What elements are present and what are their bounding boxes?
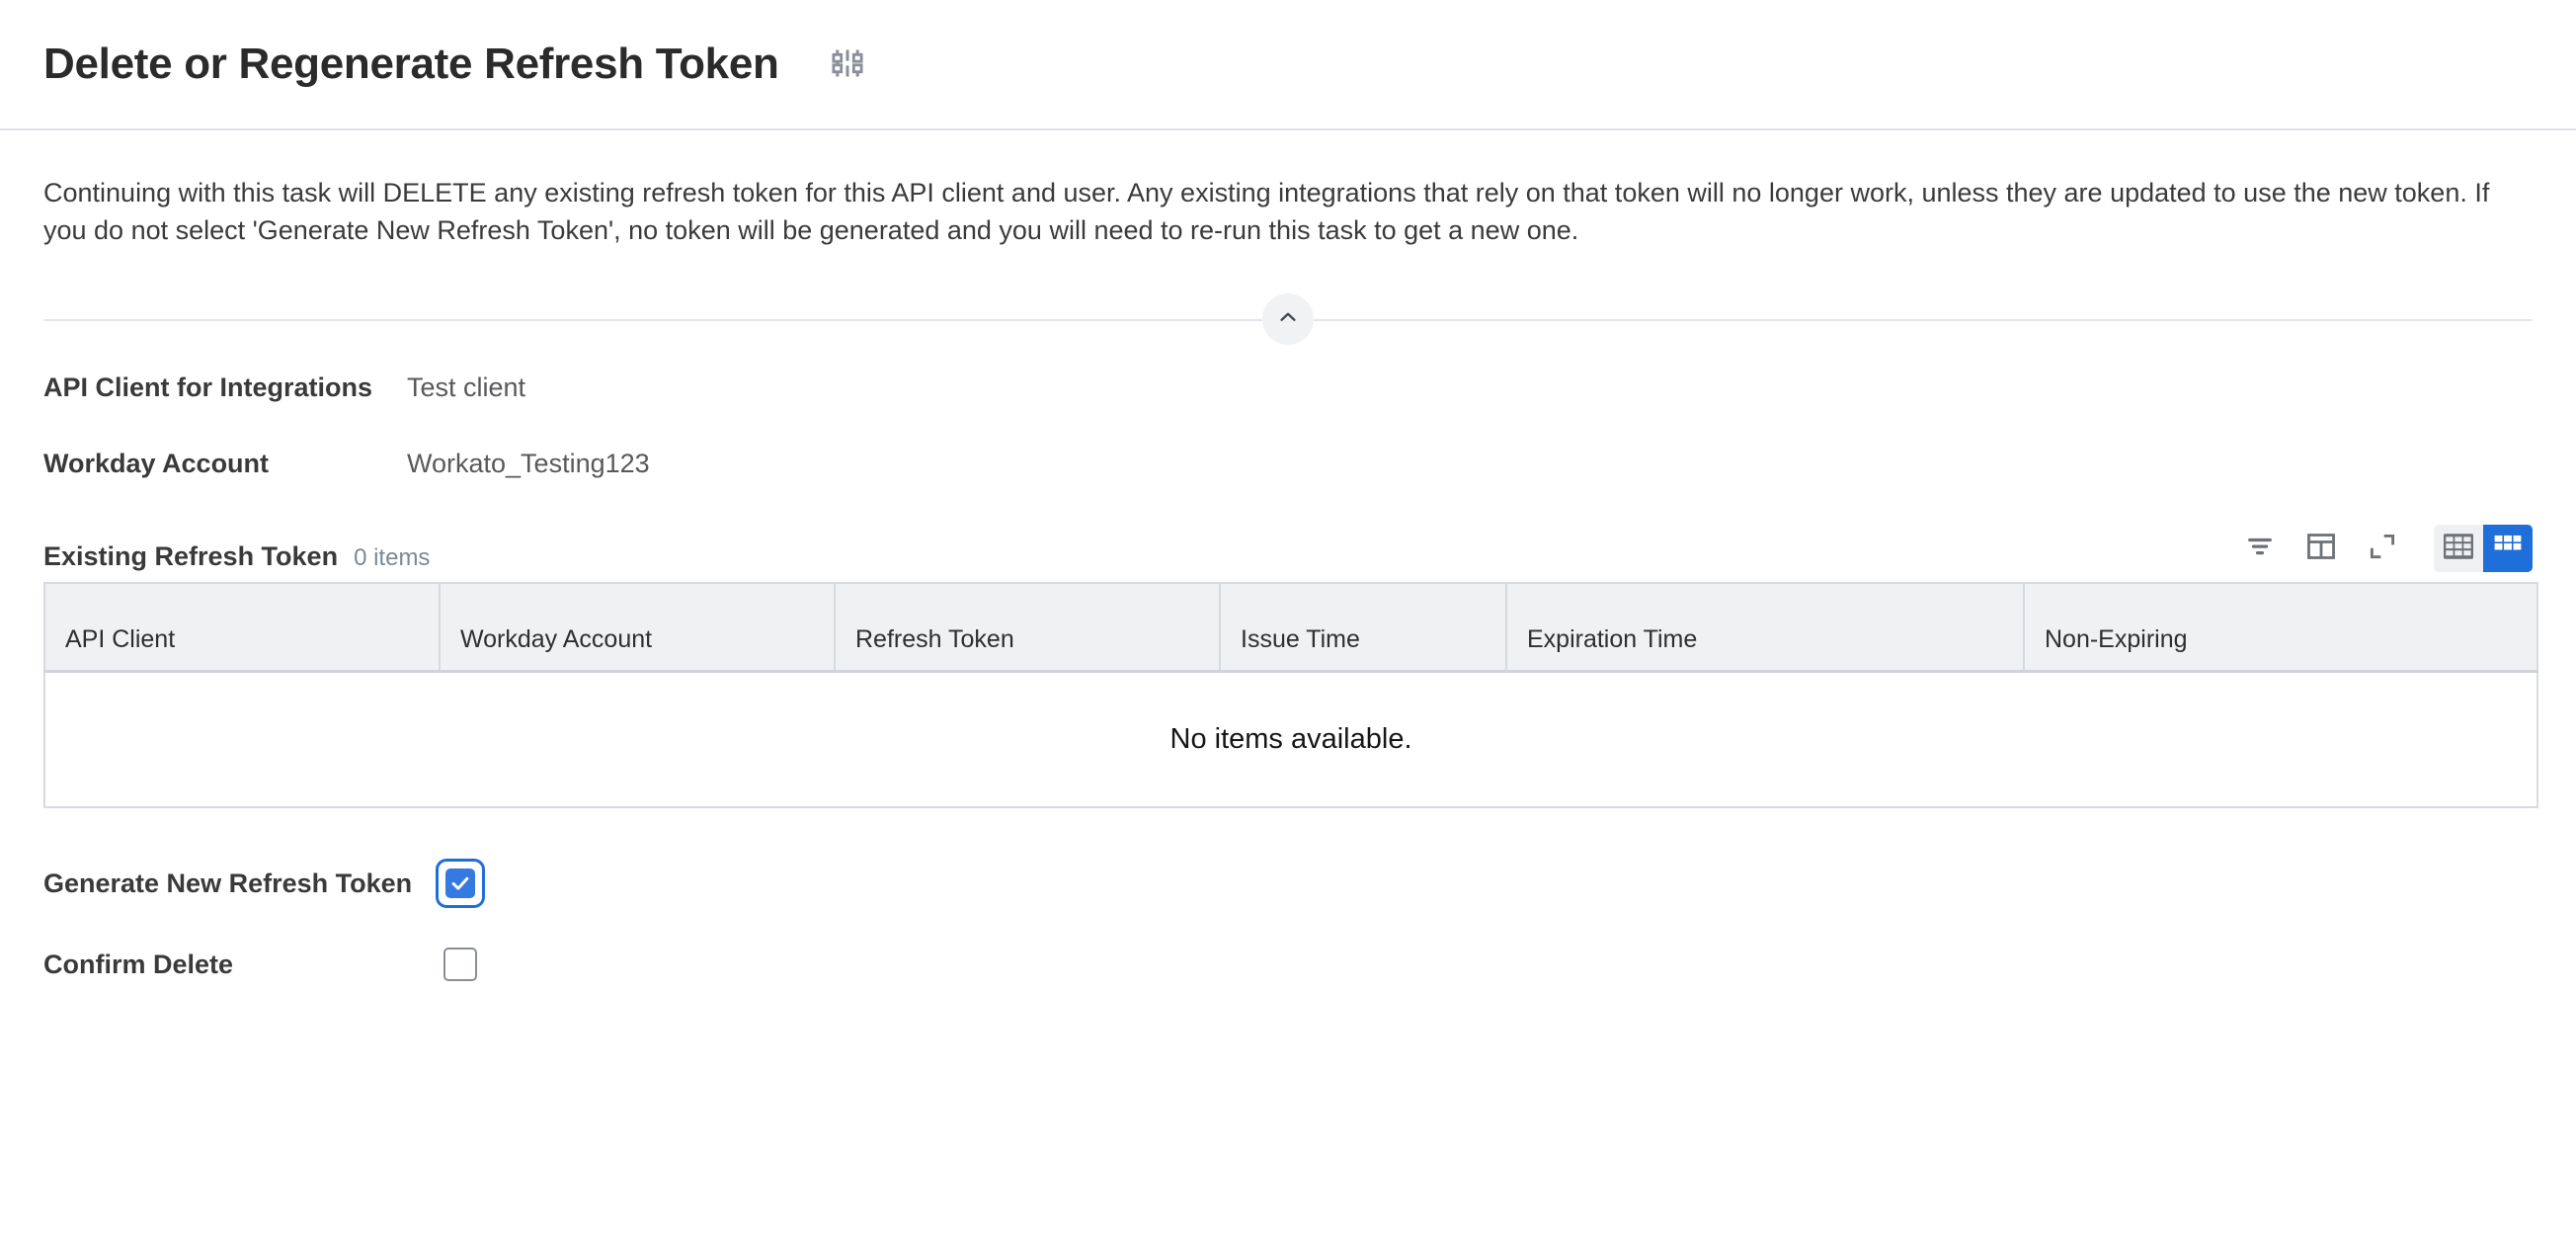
column-header-api-client[interactable]: API Client [44, 582, 441, 673]
filter-button[interactable] [2242, 531, 2278, 566]
empty-message: No items available. [44, 671, 2537, 808]
grid-toolbar [2242, 524, 2533, 572]
checkbox-checked-icon [445, 869, 475, 899]
grid-title: Existing Refresh Token [43, 540, 339, 571]
table-empty-row: No items available. [44, 671, 2537, 808]
table-header-row: API Client Workday Account Refresh Token… [44, 582, 2537, 673]
view-toggle-group [2434, 524, 2533, 572]
table-head: API Client Workday Account Refresh Token… [44, 582, 2537, 673]
page-title: Delete or Regenerate Refresh Token [43, 40, 779, 88]
checkbox-label: Confirm Delete [43, 949, 234, 979]
field-list: API Client for Integrations Test client … [0, 345, 2576, 479]
chevron-up-icon [1277, 306, 1299, 331]
intro-text: Continuing with this task will DELETE an… [43, 178, 2490, 246]
collapse-divider [43, 292, 2533, 345]
generate-new-refresh-token-checkbox[interactable] [439, 862, 482, 906]
page-header: Delete or Regenerate Refresh Token [0, 0, 2576, 130]
intro-section: Continuing with this task will DELETE an… [0, 130, 2576, 250]
grid-icon [2444, 534, 2473, 562]
field-row-workday-account: Workday Account Workato_Testing123 [43, 449, 2533, 479]
grid-header-left: Existing Refresh Token 0 items [43, 541, 430, 572]
split-panel-button[interactable] [2303, 531, 2339, 566]
field-label: Workday Account [43, 448, 270, 478]
sliders-settings-icon [830, 45, 865, 84]
split-panel-icon [2305, 531, 2337, 565]
grid-view-compact-button[interactable] [2483, 524, 2533, 572]
checkbox-label: Generate New Refresh Token [43, 868, 413, 898]
checkbox-unchecked-icon [443, 948, 477, 982]
column-header-non-expiring[interactable]: Non-Expiring [2024, 582, 2537, 673]
field-value: Test client [407, 372, 526, 402]
expand-icon [2368, 532, 2397, 564]
checkbox-section: Generate New Refresh Token Confirm Delet… [0, 808, 2576, 986]
column-header-issue-time[interactable]: Issue Time [1220, 582, 1507, 673]
column-header-expiration-time[interactable]: Expiration Time [1506, 582, 2025, 673]
field-value: Workato_Testing123 [407, 448, 650, 478]
column-header-refresh-token[interactable]: Refresh Token [835, 582, 1221, 673]
grid-item-count: 0 items [354, 543, 431, 571]
field-row-api-client: API Client for Integrations Test client [43, 372, 2533, 403]
filter-icon [2245, 532, 2275, 564]
expand-button[interactable] [2365, 531, 2400, 566]
grid-icon-active [2493, 534, 2523, 562]
grid-header: Existing Refresh Token 0 items [43, 524, 2533, 582]
existing-refresh-token-table: API Client Workday Account Refresh Token… [43, 581, 2538, 809]
existing-refresh-token-section: Existing Refresh Token 0 items API Clien… [0, 524, 2576, 809]
checkbox-row-confirm-delete: Confirm Delete [43, 943, 2533, 986]
collapse-section-button[interactable] [1262, 292, 1314, 345]
sliders-settings-icon-button[interactable] [825, 41, 870, 87]
field-label: API Client for Integrations [43, 372, 373, 402]
checkbox-row-generate-new-refresh-token: Generate New Refresh Token [43, 862, 2533, 906]
confirm-delete-checkbox[interactable] [439, 943, 482, 986]
column-header-workday-account[interactable]: Workday Account [440, 582, 836, 673]
grid-view-button[interactable] [2434, 524, 2483, 572]
table-body: No items available. [44, 671, 2537, 808]
